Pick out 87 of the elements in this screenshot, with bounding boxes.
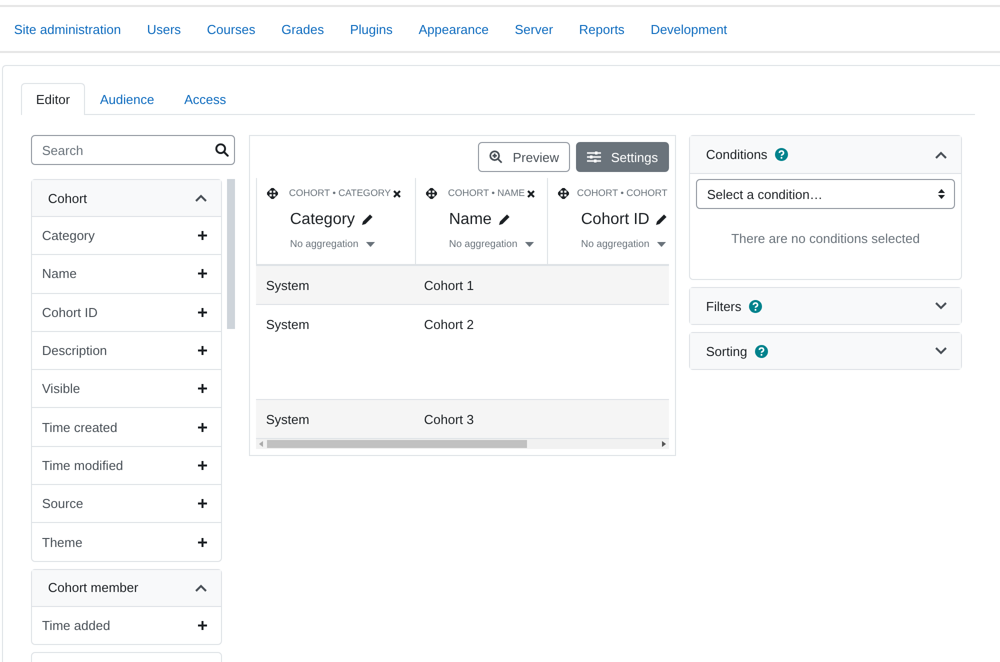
sort-arrows-icon [938,189,945,199]
field-item[interactable]: Time modified [32,446,221,486]
table-cell: Cohort 3 [424,412,474,426]
field-item[interactable]: Description [32,332,221,370]
preview-button[interactable]: Preview [478,142,570,172]
help-icon[interactable] [755,344,768,358]
nav-link[interactable]: Development [650,22,728,36]
group-header[interactable]: Cohort member [32,570,221,607]
help-icon[interactable] [775,148,788,161]
field-item[interactable]: Name [32,255,221,294]
chevron-icon [935,347,947,355]
column-title: Category [290,211,355,229]
panel-title: Filters [706,298,742,314]
panel-title: Sorting [706,344,748,358]
plus-icon [198,231,207,240]
zoom-in-icon [488,150,503,164]
plus-icon [198,422,207,432]
caret-icon [525,242,534,247]
aggregation-dropdown[interactable]: No aggregation [581,239,682,250]
empty-message: There are no conditions selected [730,231,921,246]
nav-link[interactable]: Courses [206,22,256,36]
table-cell-text: System [265,278,310,292]
search-field[interactable]: Search [31,135,235,165]
pencil-icon[interactable] [655,214,668,226]
caret-icon [366,242,376,247]
panel-title: Conditions [706,147,768,162]
chevron-icon [935,302,947,310]
move-icon[interactable] [426,188,437,199]
sliders-icon [587,151,602,163]
column-title: Name [449,211,492,229]
table-cell-text: System [265,317,310,332]
column-source: COHORT • COHORT [577,188,668,199]
nav-link[interactable]: Reports [579,22,625,36]
nav-link[interactable]: Site administration [14,22,121,36]
search-icon [215,143,229,157]
plus-icon [198,308,207,317]
plus-icon [198,384,207,394]
help-icon[interactable] [749,300,762,312]
field-item[interactable]: Cohort ID [32,294,221,332]
table-cell-text: System [265,412,310,426]
chevron-icon [195,194,207,202]
field-item[interactable]: Time added [32,606,221,644]
condition-select[interactable]: Select a condition… [696,179,955,209]
aggregation-dropdown[interactable]: No aggregation [290,239,415,250]
pencil-icon[interactable] [498,214,510,226]
scrollbar[interactable] [227,179,235,329]
column-source: COHORT • NAME [448,188,525,199]
nav-link[interactable]: Users [146,22,181,36]
plus-icon [198,620,207,630]
scroll-right-icon [662,441,666,447]
field-item[interactable]: Visible [32,370,221,408]
panel-header[interactable]: Filters [690,288,961,324]
column-title: Cohort ID [581,211,650,229]
table-cell: Cohort 1 [424,278,474,292]
caret-icon [657,242,666,247]
pencil-icon[interactable] [360,214,373,226]
move-icon[interactable] [267,188,278,199]
settings-button[interactable]: Settings [576,142,669,172]
panel-header[interactable]: Sorting [690,333,961,369]
scrollbar[interactable] [256,439,669,449]
plus-icon [198,346,207,356]
close-icon[interactable] [526,190,535,198]
scroll-left-icon [259,441,263,447]
close-icon[interactable] [392,190,401,198]
chevron-icon [195,584,207,592]
nav-link[interactable]: Appearance [418,22,489,36]
chevron-icon [935,150,947,158]
tab[interactable]: Audience [84,83,170,114]
column-source: COHORT • CATEGORY [289,188,391,199]
field-item[interactable]: Time created [32,408,221,447]
nav-link[interactable]: Plugins [350,22,393,36]
field-item[interactable]: Category [32,217,221,256]
plus-icon [198,269,207,278]
aggregation-dropdown[interactable]: No aggregation [449,239,547,250]
group-header[interactable]: Cohort [32,180,221,217]
field-item[interactable]: Theme [32,523,221,561]
move-icon[interactable] [558,188,569,199]
plus-icon [198,499,207,508]
field-item[interactable]: Source [32,485,221,524]
panel-header[interactable]: Conditions [690,136,961,174]
plus-icon [198,460,207,470]
plus-icon [198,538,207,547]
table-cell: Cohort 2 [424,317,474,332]
nav-link[interactable]: Server [514,22,554,36]
tab[interactable]: Editor [21,83,85,115]
tab[interactable]: Access [169,83,242,114]
nav-link[interactable]: Grades [281,22,324,36]
